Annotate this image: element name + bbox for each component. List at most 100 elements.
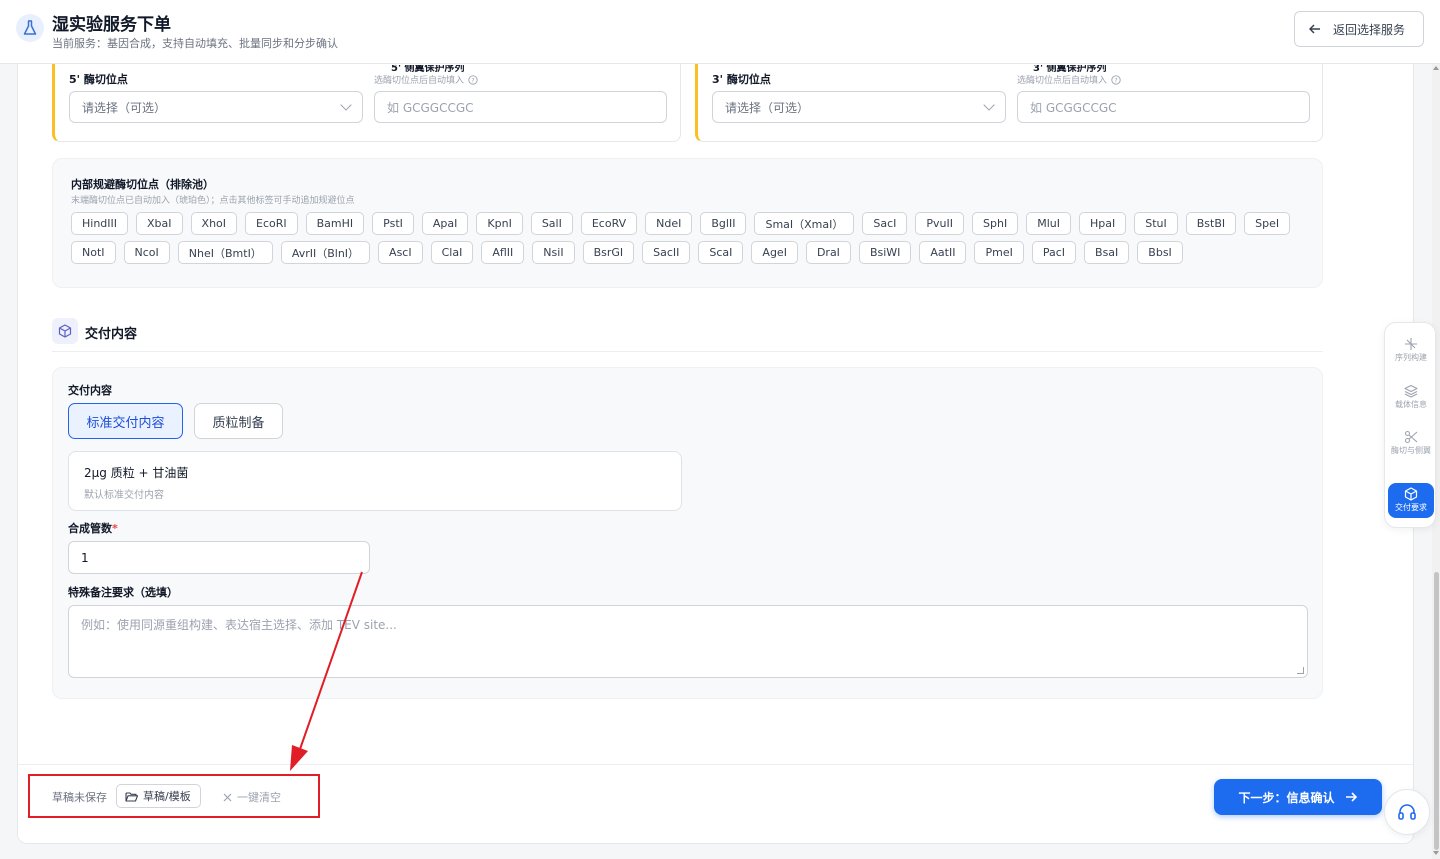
enzyme-chip[interactable]: SacII: [642, 241, 691, 264]
cube-icon: [1404, 487, 1418, 501]
chevron-down-icon: [983, 99, 995, 111]
enzyme-chip[interactable]: SmaI（XmaI）: [754, 212, 855, 235]
sparkle-icon: [1405, 338, 1417, 350]
note-label: 特殊备注要求（选填）: [68, 586, 178, 599]
enzyme-chip[interactable]: NdeI: [645, 212, 693, 235]
enzyme-chip[interactable]: BstBI: [1185, 212, 1237, 235]
delivery-info-sub: 默认标准交付内容: [84, 490, 164, 501]
page-subtitle: 当前服务：基因合成，支持自动填充、批量同步和分步确认: [52, 37, 338, 50]
svg-text:?: ?: [471, 76, 474, 84]
headset-icon: [1398, 804, 1416, 820]
scrollbar-thumb[interactable]: [1434, 572, 1439, 850]
enzyme-chip[interactable]: SalI: [530, 212, 573, 235]
nav-item-sequence[interactable]: 序列构建: [1388, 337, 1434, 362]
enzyme-chip[interactable]: HindIII: [71, 212, 129, 235]
section-divider: [52, 351, 1323, 352]
enzyme-chip[interactable]: ScaI: [698, 241, 744, 264]
scissors-icon: [1404, 430, 1418, 444]
enzyme-chip[interactable]: BsaI: [1084, 241, 1130, 264]
tab-standard-delivery[interactable]: 标准交付内容: [68, 403, 183, 439]
arrow-left-icon: [1309, 24, 1320, 34]
enzyme-chip[interactable]: AatII: [919, 241, 967, 264]
tab-plasmid-prep[interactable]: 质粒制备: [194, 403, 283, 439]
exclusion-pool-hint: 末端酶切位点已自动加入（琥珀色）；点击其他标签可手动追加规避位点: [71, 196, 355, 206]
enzyme-chip[interactable]: ClaI: [430, 241, 474, 264]
nav-item-vector[interactable]: 载体信息: [1388, 384, 1434, 409]
three-prime-flank-input[interactable]: 如 GCGGCCGC: [1017, 91, 1310, 123]
enzyme-chip[interactable]: NsiI: [532, 241, 575, 264]
enzyme-chip[interactable]: SpeI: [1244, 212, 1291, 235]
next-step-button[interactable]: 下一步：信息确认: [1214, 779, 1382, 815]
enzyme-chip[interactable]: AgeI: [751, 241, 798, 264]
special-note-textarea[interactable]: 例如：使用同源重组构建、表达宿主选择、添加 TEV site...: [68, 605, 1308, 678]
five-prime-hint: 选酶切位点后自动填入 ?: [374, 73, 478, 86]
enzyme-chip[interactable]: BamHI: [305, 212, 365, 235]
chevron-down-icon: [340, 99, 352, 111]
enzyme-chip[interactable]: StuI: [1134, 212, 1178, 235]
help-circle-icon: ?: [1111, 74, 1121, 85]
section-quick-nav: 序列构建 载体信息 酶切与侧翼 交付要求: [1384, 322, 1436, 528]
annotation-highlight-box: [28, 774, 320, 818]
back-button-label: 返回选择服务: [1333, 22, 1406, 37]
delivery-info-main: 2μg 质粒 + 甘油菌: [84, 466, 189, 480]
enzyme-chip[interactable]: AflII: [481, 241, 525, 264]
arrow-right-icon: [1345, 792, 1357, 802]
layers-icon: [1404, 384, 1418, 398]
scroll-up-icon[interactable]: [1433, 66, 1439, 70]
exclusion-pool-panel: 内部规避酶切位点（排除池） 末端酶切位点已自动加入（琥珀色）；点击其他标签可手动…: [52, 158, 1323, 288]
flask-icon: [16, 14, 44, 42]
svg-text:?: ?: [1114, 76, 1117, 84]
help-circle-icon: ?: [468, 74, 478, 85]
nav-item-delivery[interactable]: 交付要求: [1388, 483, 1434, 519]
enzyme-chip[interactable]: ApaI: [421, 212, 469, 235]
enzyme-chip[interactable]: PacI: [1031, 241, 1077, 264]
nav-item-enzyme[interactable]: 酶切与侧翼: [1388, 430, 1434, 455]
page-title: 湿实验服务下单: [52, 15, 171, 35]
delivery-info-box: 2μg 质粒 + 甘油菌 默认标准交付内容: [68, 451, 682, 511]
three-prime-enzyme-select[interactable]: 请选择（可选）: [712, 91, 1006, 123]
three-prime-enzyme-panel: 3' 侧翼保护序列 3' 酶切位点 选酶切位点后自动填入 ? 请选择（可选） 如…: [695, 64, 1323, 142]
main-form-card: 5' 侧翼保护序列 5' 酶切位点 选酶切位点后自动填入 ? 请选择（可选） 如…: [17, 64, 1414, 844]
scroll-down-icon[interactable]: [1433, 851, 1439, 855]
three-prime-hint: 选酶切位点后自动填入 ?: [1017, 73, 1121, 86]
enzyme-chip[interactable]: EcoRV: [580, 212, 638, 235]
enzyme-chip[interactable]: MluI: [1026, 212, 1071, 235]
enzyme-chip[interactable]: AvrII（BlnI）: [280, 241, 371, 264]
delivery-content-label: 交付内容: [68, 384, 112, 397]
resize-grip-icon[interactable]: [1297, 667, 1304, 674]
delivery-section-title: 交付内容: [85, 327, 138, 342]
quantity-input[interactable]: 1: [68, 541, 370, 574]
enzyme-chip[interactable]: BsiWI: [858, 241, 912, 264]
enzyme-chip[interactable]: XhoI: [190, 212, 238, 235]
customer-service-button[interactable]: [1384, 789, 1430, 835]
enzyme-chip[interactable]: BsrGI: [582, 241, 635, 264]
cube-icon: [52, 318, 78, 344]
enzyme-chip[interactable]: EcoRI: [245, 212, 298, 235]
five-prime-flank-input[interactable]: 如 GCGGCCGC: [374, 91, 667, 123]
enzyme-chip[interactable]: PvuII: [915, 212, 965, 235]
enzyme-chip[interactable]: HpaI: [1078, 212, 1127, 235]
enzyme-chip[interactable]: AscI: [378, 241, 423, 264]
quantity-label: 合成管数*: [68, 522, 118, 535]
enzyme-chip[interactable]: KpnI: [476, 212, 523, 235]
enzyme-chip[interactable]: PmeI: [974, 241, 1024, 264]
enzyme-chip[interactable]: SacI: [862, 212, 908, 235]
enzyme-chip[interactable]: PstI: [372, 212, 414, 235]
enzyme-chip[interactable]: BbsI: [1137, 241, 1183, 264]
enzyme-chip[interactable]: SphI: [972, 212, 1019, 235]
three-prime-enzyme-label: 3' 酶切位点: [712, 73, 771, 86]
exclusion-pool-title: 内部规避酶切位点（排除池）: [71, 178, 214, 191]
enzyme-chip[interactable]: NheI（BmtI）: [177, 241, 273, 264]
enzyme-chip[interactable]: NotI: [71, 241, 116, 264]
delivery-panel: 交付内容 标准交付内容 质粒制备 2μg 质粒 + 甘油菌 默认标准交付内容 合…: [52, 367, 1323, 699]
enzyme-chip[interactable]: XbaI: [136, 212, 183, 235]
enzyme-chip-list: HindIII XbaI XhoI EcoRI BamHI PstI ApaI KpnI Sal…: [71, 212, 1311, 264]
five-prime-enzyme-select[interactable]: 请选择（可选）: [69, 91, 363, 123]
back-to-service-button[interactable]: 返回选择服务: [1294, 11, 1424, 47]
enzyme-chip[interactable]: BglII: [700, 212, 747, 235]
enzyme-chip[interactable]: DraI: [805, 241, 851, 264]
five-prime-enzyme-label: 5' 酶切位点: [69, 73, 128, 86]
five-prime-enzyme-panel: 5' 侧翼保护序列 5' 酶切位点 选酶切位点后自动填入 ? 请选择（可选） 如…: [52, 64, 681, 142]
page-header: 湿实验服务下单 当前服务：基因合成，支持自动填充、批量同步和分步确认 返回选择服…: [0, 0, 1440, 64]
enzyme-chip[interactable]: NcoI: [123, 241, 170, 264]
